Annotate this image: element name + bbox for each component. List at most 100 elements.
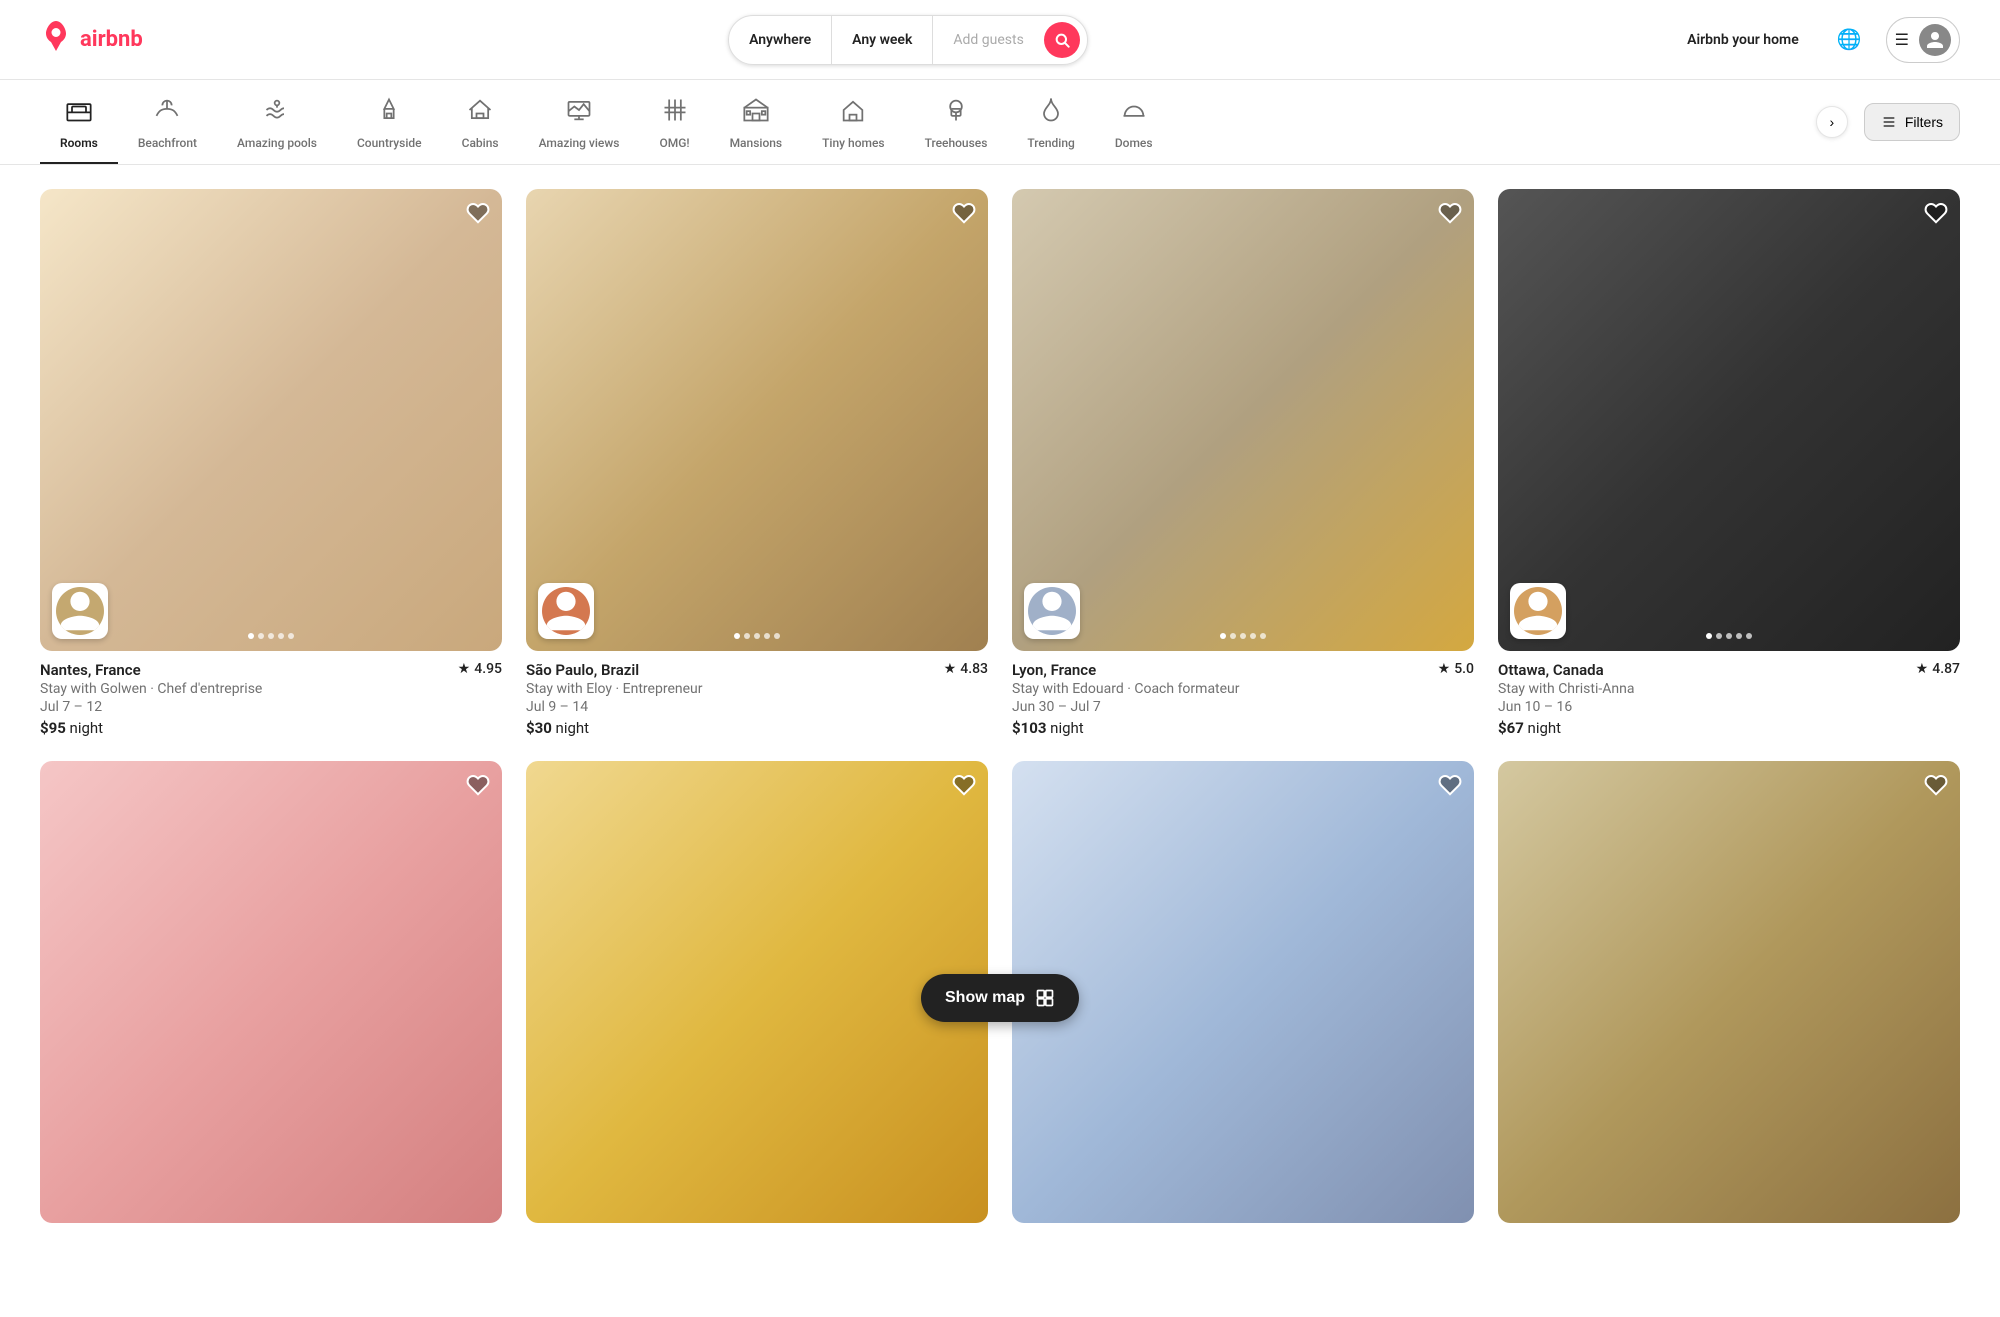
- show-map-label: Show map: [945, 989, 1025, 1007]
- listing-image: [1012, 761, 1474, 1223]
- category-label-amazing-views: Amazing views: [539, 136, 620, 150]
- listing-title-row: São Paulo, Brazil ★ 4.83: [526, 661, 988, 679]
- category-label-domes: Domes: [1115, 136, 1153, 150]
- category-icon-amazing-views: [565, 96, 593, 130]
- listing-rating: ★ 4.87: [1916, 661, 1960, 677]
- listing-subtitle: Stay with Golwen · Chef d'entreprise: [40, 681, 502, 697]
- category-item-cabins[interactable]: Cabins: [442, 80, 519, 164]
- image-dot: [1736, 633, 1742, 639]
- category-item-amazing-views[interactable]: Amazing views: [519, 80, 640, 164]
- star-icon: ★: [458, 661, 471, 677]
- listing-card-sao-paulo[interactable]: São Paulo, Brazil ★ 4.83 Stay with Eloy …: [526, 189, 988, 737]
- favorite-button[interactable]: [952, 773, 976, 803]
- image-dot: [1746, 633, 1752, 639]
- avatar: [1919, 24, 1951, 56]
- favorite-button[interactable]: [1438, 773, 1462, 803]
- category-icon-treehouses: [942, 96, 970, 130]
- category-item-mansions[interactable]: Mansions: [710, 80, 803, 164]
- listing-rating: ★ 5.0: [1438, 661, 1474, 677]
- rating-value: 4.83: [960, 661, 988, 677]
- image-dot: [1716, 633, 1722, 639]
- listing-rating: ★ 4.95: [458, 661, 502, 677]
- listing-info: Ottawa, Canada ★ 4.87 Stay with Christi-…: [1498, 661, 1960, 737]
- listing-card-bottom4[interactable]: [1498, 761, 1960, 1237]
- category-item-beachfront[interactable]: Beachfront: [118, 80, 217, 164]
- category-icon-beachfront: [153, 96, 181, 130]
- host-avatar-wrap: [538, 583, 594, 639]
- listing-image: [1012, 189, 1474, 651]
- category-item-rooms[interactable]: Rooms: [40, 80, 118, 164]
- category-item-treehouses[interactable]: Treehouses: [905, 80, 1008, 164]
- image-dot: [1260, 633, 1266, 639]
- user-menu-button[interactable]: ☰: [1886, 17, 1960, 63]
- category-icon-cabins: [466, 96, 494, 130]
- category-nav-next[interactable]: ›: [1816, 106, 1848, 138]
- search-bar: Anywhere Any week Add guests: [728, 15, 1088, 65]
- listing-location: São Paulo, Brazil: [526, 661, 639, 679]
- category-item-trending[interactable]: Trending: [1007, 80, 1094, 164]
- listing-price: $95 night: [40, 719, 502, 737]
- category-label-omg: OMG!: [659, 136, 689, 150]
- category-label-mansions: Mansions: [730, 136, 783, 150]
- search-location[interactable]: Anywhere: [729, 16, 832, 64]
- listing-price: $67 night: [1498, 719, 1960, 737]
- listing-subtitle: Stay with Christi-Anna: [1498, 681, 1960, 697]
- image-dot: [258, 633, 264, 639]
- favorite-button[interactable]: [466, 201, 490, 231]
- listing-price: $103 night: [1012, 719, 1474, 737]
- main-content: Nantes, France ★ 4.95 Stay with Golwen ·…: [0, 165, 2000, 1317]
- listing-image: [1498, 761, 1960, 1223]
- category-label-beachfront: Beachfront: [138, 136, 197, 150]
- favorite-button[interactable]: [1924, 201, 1948, 231]
- image-dot: [248, 633, 254, 639]
- listing-price: $30 night: [526, 719, 988, 737]
- host-avatar: [1028, 587, 1076, 635]
- category-label-treehouses: Treehouses: [925, 136, 988, 150]
- category-label-cabins: Cabins: [462, 136, 499, 150]
- host-avatar-wrap: [1510, 583, 1566, 639]
- host-avatar: [1514, 587, 1562, 635]
- image-dot: [1220, 633, 1226, 639]
- listing-image: [526, 189, 988, 651]
- favorite-button[interactable]: [1924, 773, 1948, 803]
- category-item-countryside[interactable]: Countryside: [337, 80, 442, 164]
- star-icon: ★: [1916, 661, 1929, 677]
- logo[interactable]: airbnb: [40, 20, 143, 60]
- listing-dates: Jul 9 – 14: [526, 699, 988, 715]
- image-dot: [764, 633, 770, 639]
- listing-card-bottom3[interactable]: [1012, 761, 1474, 1237]
- image-dot: [754, 633, 760, 639]
- favorite-button[interactable]: [466, 773, 490, 803]
- listing-dates: Jun 10 – 16: [1498, 699, 1960, 715]
- listing-title-row: Ottawa, Canada ★ 4.87: [1498, 661, 1960, 679]
- favorite-button[interactable]: [952, 201, 976, 231]
- language-button[interactable]: 🌐: [1829, 19, 1870, 60]
- filters-button[interactable]: Filters: [1864, 103, 1960, 141]
- listing-dates: Jun 30 – Jul 7: [1012, 699, 1474, 715]
- search-week[interactable]: Any week: [832, 16, 933, 64]
- category-item-tiny-homes[interactable]: Tiny homes: [802, 80, 904, 164]
- image-dot: [278, 633, 284, 639]
- image-dot: [1240, 633, 1246, 639]
- rating-value: 4.95: [474, 661, 502, 677]
- host-avatar-wrap: [1024, 583, 1080, 639]
- search-guests[interactable]: Add guests: [933, 16, 1043, 64]
- favorite-button[interactable]: [1438, 201, 1462, 231]
- show-map-button[interactable]: Show map: [921, 974, 1079, 1022]
- category-icon-countryside: [375, 96, 403, 130]
- listing-card-ottawa[interactable]: Ottawa, Canada ★ 4.87 Stay with Christi-…: [1498, 189, 1960, 737]
- listing-card-nantes[interactable]: Nantes, France ★ 4.95 Stay with Golwen ·…: [40, 189, 502, 737]
- host-link[interactable]: Airbnb your home: [1673, 22, 1813, 58]
- category-icon-tiny-homes: [839, 96, 867, 130]
- rating-value: 5.0: [1454, 661, 1474, 677]
- host-avatar: [542, 587, 590, 635]
- category-item-domes[interactable]: Domes: [1095, 80, 1173, 164]
- listing-image: [40, 189, 502, 651]
- category-item-omg[interactable]: OMG!: [639, 80, 709, 164]
- category-item-amazing-pools[interactable]: Amazing pools: [217, 80, 337, 164]
- listing-card-bottom2[interactable]: [526, 761, 988, 1237]
- listing-card-lyon[interactable]: Lyon, France ★ 5.0 Stay with Edouard · C…: [1012, 189, 1474, 737]
- listing-card-bottom1[interactable]: [40, 761, 502, 1237]
- search-button[interactable]: [1044, 22, 1080, 58]
- category-label-tiny-homes: Tiny homes: [822, 136, 884, 150]
